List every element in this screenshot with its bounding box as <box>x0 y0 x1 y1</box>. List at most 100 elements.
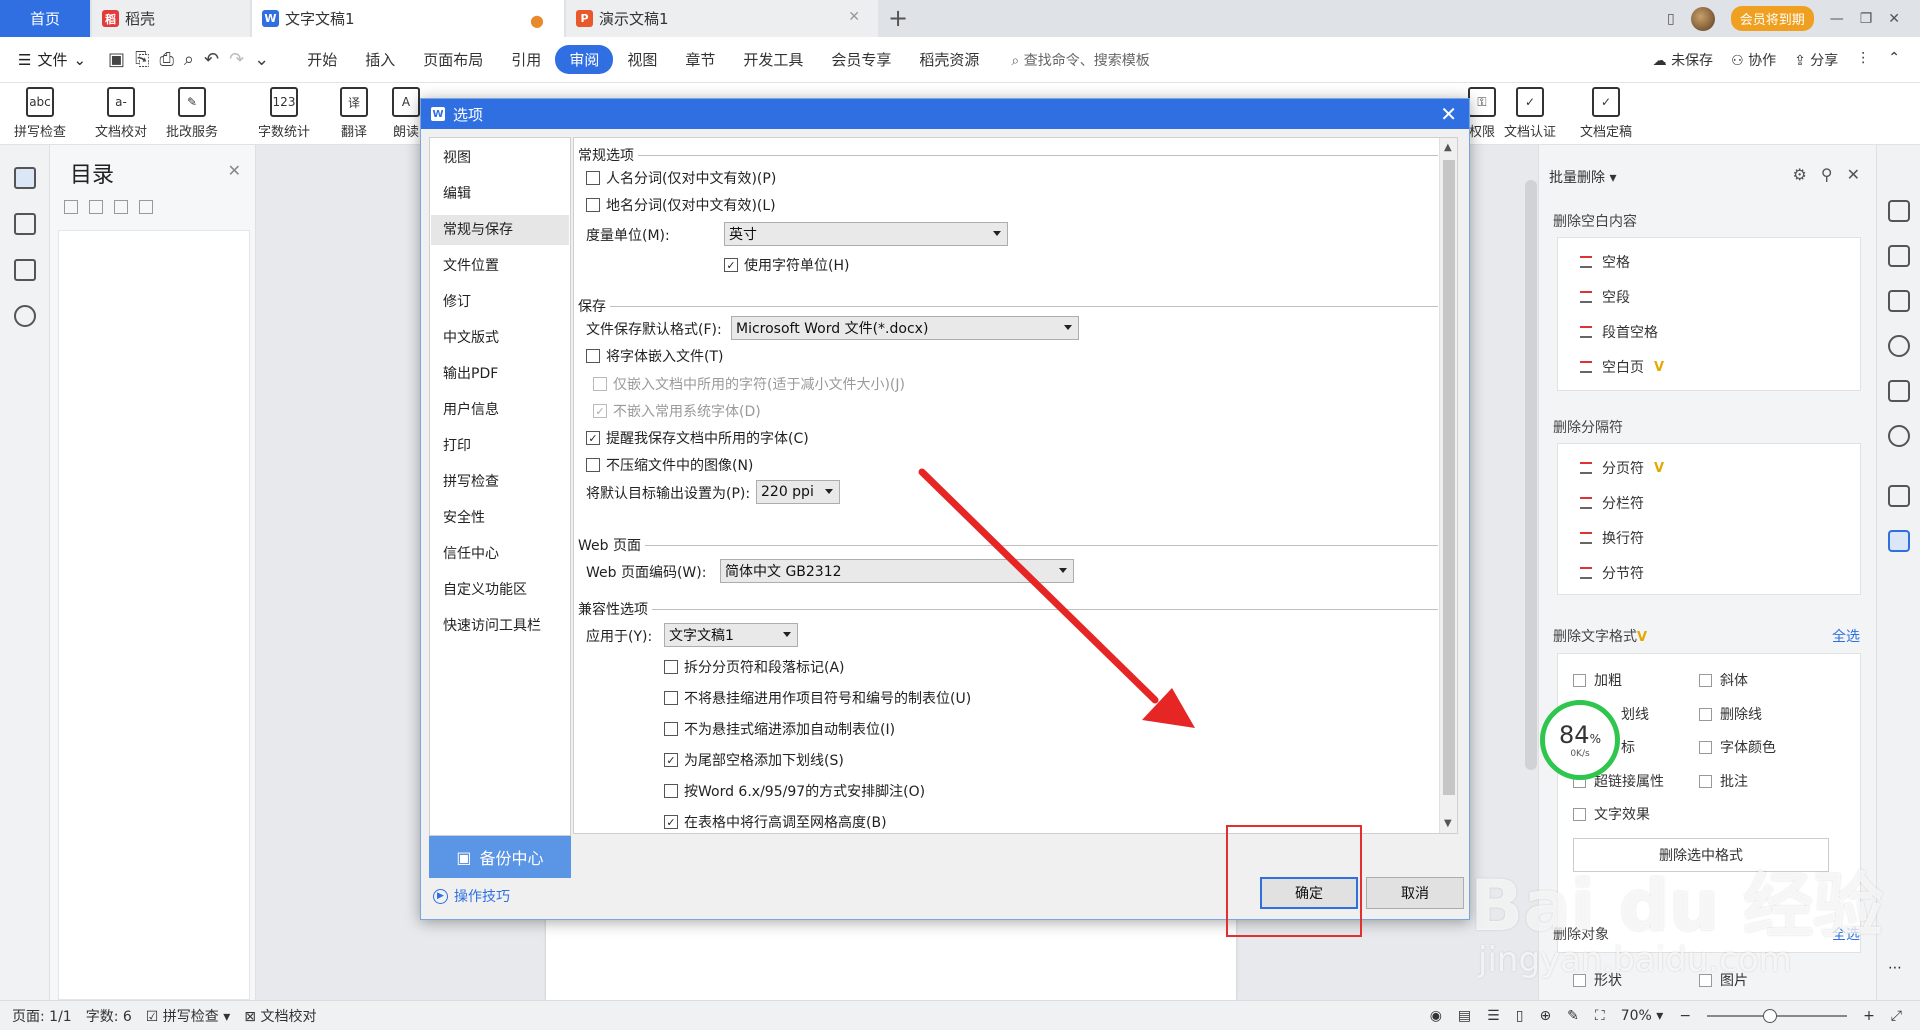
remind-fonts-checkbox[interactable]: ✓ <box>586 431 600 445</box>
tab-home[interactable]: 首页 <box>0 0 90 37</box>
apply-to-select[interactable]: 文字文稿1 <box>664 623 798 647</box>
char-unit-checkbox[interactable]: ✓ <box>724 258 738 272</box>
more-icon[interactable]: ⋯ <box>1888 960 1910 982</box>
new-tab-button[interactable]: + <box>888 4 908 32</box>
nav-general-save[interactable]: 常规与保存 <box>431 215 569 245</box>
scroll-up-icon[interactable]: ▲ <box>1444 142 1452 153</box>
unit-select[interactable]: 英寸 <box>724 222 1008 246</box>
compat-opt-1-checkbox[interactable] <box>664 660 678 674</box>
format-comment[interactable]: 批注 <box>1699 771 1748 791</box>
share-button[interactable]: ⇪ 分享 <box>1794 50 1838 70</box>
help-icon[interactable] <box>1888 335 1910 357</box>
embed-fonts-option[interactable]: 将字体嵌入文件(T) <box>586 346 723 366</box>
network-speed-widget[interactable]: 84% 0K/s <box>1540 700 1620 780</box>
format-text-effect[interactable]: 文字效果 <box>1573 804 1650 824</box>
certify-button[interactable]: ✓ 文档认证 <box>1504 87 1556 140</box>
close-icon[interactable]: ✕ <box>1847 165 1860 184</box>
tab-presentation[interactable]: P 演示文稿1 ✕ <box>566 0 878 37</box>
compat-opt-5[interactable]: 按Word 6.x/95/97的方式安排脚注(O) <box>664 781 925 801</box>
outline-view-icon[interactable]: ☰ <box>1487 1008 1500 1024</box>
redo-icon[interactable]: ↷ <box>229 49 244 70</box>
web-view-icon[interactable]: ⊕ <box>1539 1008 1551 1024</box>
compat-opt-5-checkbox[interactable] <box>664 784 678 798</box>
compat-opt-2-checkbox[interactable] <box>664 691 678 705</box>
page-view-icon[interactable]: ▤ <box>1458 1008 1471 1024</box>
menu-member[interactable]: 会员专享 <box>817 45 905 74</box>
export-pdf-icon[interactable]: ⎘ <box>135 49 149 70</box>
close-icon[interactable]: ✕ <box>1440 102 1457 126</box>
no-compress-option[interactable]: 不压缩文件中的图像(N) <box>586 455 753 475</box>
compat-opt-4[interactable]: ✓ 为尾部空格添加下划线(S) <box>664 750 844 770</box>
page-indicator[interactable]: 页面: 1/1 <box>12 1006 72 1026</box>
collab-button[interactable]: ⚇ 协作 <box>1731 50 1776 70</box>
print-icon[interactable]: ⎙ <box>159 49 173 70</box>
compat-opt-3-checkbox[interactable] <box>664 722 678 736</box>
person-seg-checkbox[interactable] <box>586 171 600 185</box>
tab-document[interactable]: W 文字文稿1 ● <box>252 0 564 37</box>
nav-quick-access[interactable]: 快速访问工具栏 <box>431 611 569 641</box>
word-count-indicator[interactable]: 字数: 6 <box>86 1006 132 1026</box>
menu-references[interactable]: 引用 <box>497 45 555 74</box>
status-spell-check[interactable]: ☑ 拼写检查 ▾ <box>146 1006 231 1026</box>
menu-sections[interactable]: 章节 <box>671 45 729 74</box>
word-count-button[interactable]: 123 字数统计 <box>258 87 310 140</box>
options-scrollbar[interactable]: ▲ ▼ <box>1439 138 1457 833</box>
translate-side-icon[interactable] <box>1888 485 1910 507</box>
review-service-button[interactable]: ✎ 批改服务 <box>166 87 218 140</box>
nav-export-pdf[interactable]: 输出PDF <box>431 359 569 389</box>
options-scroll-thumb[interactable] <box>1443 160 1455 795</box>
collapse-ribbon-icon[interactable]: ⌃ <box>1888 50 1900 70</box>
batch-delete-dropdown[interactable]: 批量删除 ▾ <box>1549 167 1616 187</box>
customize-toolbar-icon[interactable]: ⌄ <box>254 49 269 70</box>
cancel-button[interactable]: 取消 <box>1366 877 1464 909</box>
nav-trust-center[interactable]: 信任中心 <box>431 539 569 569</box>
nav-user-info[interactable]: 用户信息 <box>431 395 569 425</box>
delete-page-breaks[interactable]: 分页符 V <box>1580 458 1664 478</box>
delete-line-breaks[interactable]: 换行符 <box>1580 528 1644 548</box>
expand-icon[interactable] <box>64 200 78 214</box>
zoom-out-icon[interactable]: − <box>1679 1008 1691 1024</box>
pin-icon[interactable]: ⚲ <box>1821 165 1833 184</box>
nav-spell-check[interactable]: 拼写检查 <box>431 467 569 497</box>
zoom-in-icon[interactable]: + <box>1863 1008 1875 1024</box>
menu-home[interactable]: 开始 <box>293 45 351 74</box>
delete-blank-pages[interactable]: 空白页 V <box>1580 357 1664 377</box>
delete-section-breaks[interactable]: 分节符 <box>1580 563 1644 583</box>
remove-heading-icon[interactable] <box>139 200 153 214</box>
compat-opt-6[interactable]: ✓ 在表格中将行高调至网格高度(B) <box>664 812 887 832</box>
place-seg-option[interactable]: 地名分词(仅对中文有效)(L) <box>586 195 776 215</box>
format-text-effect-checkbox[interactable] <box>1573 807 1586 821</box>
nav-chinese-layout[interactable]: 中文版式 <box>431 323 569 353</box>
restore-icon[interactable]: ❐ <box>1860 11 1873 27</box>
format-underline[interactable]: 划线 <box>1621 704 1649 724</box>
print-preview-icon[interactable]: ⌕ <box>184 49 194 70</box>
add-heading-icon[interactable] <box>114 200 128 214</box>
chapter-nav-icon[interactable] <box>14 213 36 235</box>
eye-protection-icon[interactable]: ◉ <box>1430 1008 1442 1024</box>
select-all-format-link[interactable]: 全选 <box>1832 626 1860 646</box>
format-italic[interactable]: 斜体 <box>1699 670 1748 690</box>
undo-icon[interactable]: ↶ <box>204 49 219 70</box>
nav-edit[interactable]: 编辑 <box>431 179 569 209</box>
menu-insert[interactable]: 插入 <box>351 45 409 74</box>
remind-fonts-option[interactable]: ✓ 提醒我保存文档中所用的字体(C) <box>586 428 809 448</box>
char-unit-option[interactable]: ✓ 使用字符单位(H) <box>724 255 849 275</box>
zoom-slider[interactable] <box>1707 1008 1848 1023</box>
delete-empty-paragraphs[interactable]: 空段 <box>1580 287 1630 307</box>
format-bold-checkbox[interactable] <box>1573 673 1586 687</box>
ppi-select[interactable]: 220 ppi <box>756 480 840 504</box>
menu-view[interactable]: 视图 <box>613 45 671 74</box>
read-view-icon[interactable]: ▯ <box>1516 1008 1524 1024</box>
compat-opt-1[interactable]: 拆分分页符和段落标记(A) <box>664 657 845 677</box>
format-comment-checkbox[interactable] <box>1699 774 1712 788</box>
format-strikethrough[interactable]: 删除线 <box>1699 704 1762 724</box>
more-icon[interactable]: ⋮ <box>1856 50 1870 70</box>
proofread-button[interactable]: a- 文档校对 <box>95 87 147 140</box>
compat-opt-3[interactable]: 不为悬挂式缩进添加自动制表位(I) <box>664 719 895 739</box>
scroll-down-icon[interactable]: ▼ <box>1444 818 1452 829</box>
menu-review[interactable]: 审阅 <box>555 45 614 74</box>
save-icon[interactable]: ▣ <box>108 49 125 70</box>
format-bold[interactable]: 加粗 <box>1573 670 1622 690</box>
layout-icon[interactable]: ▯ <box>1667 11 1675 27</box>
finalize-button[interactable]: ✓ 文档定稿 <box>1580 87 1632 140</box>
